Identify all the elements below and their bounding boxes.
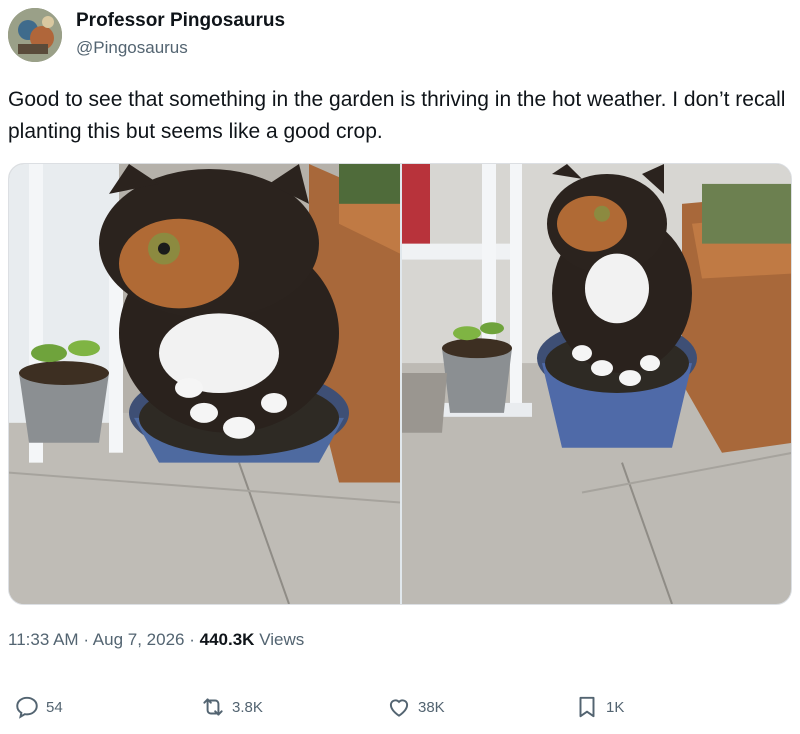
like-icon <box>389 699 409 717</box>
author-name[interactable]: Professor Pingosaurus <box>76 10 285 32</box>
meta-separator: · <box>83 630 89 649</box>
reply-button[interactable]: 54 <box>14 694 63 720</box>
bookmark-button[interactable]: 1K <box>574 694 624 720</box>
bookmark-count: 1K <box>606 698 625 716</box>
bookmark-icon <box>579 696 595 718</box>
retweet-count: 3.8K <box>232 698 263 716</box>
tweet-date[interactable]: Aug 7, 2026 <box>93 630 185 649</box>
action-bar: 54 3.8K 38K 1K <box>0 694 800 730</box>
meta-separator: · <box>189 630 195 649</box>
like-count: 38K <box>418 698 445 716</box>
media-grid <box>8 163 792 605</box>
avatar[interactable] <box>8 8 62 62</box>
tweet-meta: 11:33 AM · Aug 7, 2026 · 440.3K Views <box>8 630 304 650</box>
views-count: 440.3K <box>199 630 255 649</box>
reply-icon <box>16 696 38 719</box>
author-handle[interactable]: @Pingosaurus <box>76 38 188 58</box>
cat-photo-left[interactable] <box>9 164 400 604</box>
views-label: Views <box>259 630 305 649</box>
cat-photo-right[interactable] <box>402 164 791 604</box>
reply-count: 54 <box>46 698 63 716</box>
tweet-text: Good to see that something in the garden… <box>8 88 786 143</box>
like-button[interactable]: 38K <box>386 694 445 720</box>
retweet-icon <box>203 698 223 716</box>
tweet-time[interactable]: 11:33 AM <box>8 630 79 649</box>
retweet-button[interactable]: 3.8K <box>200 694 263 720</box>
